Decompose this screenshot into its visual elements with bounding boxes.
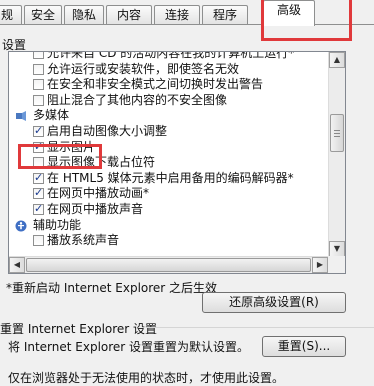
list-item-label: 允许来自 CD 的活动内容在我的计算机上运行* — [47, 51, 295, 60]
list-item-label: 阻止混合了其他内容的不安全图像 — [47, 92, 228, 107]
list-item[interactable]: 允许来自 CD 的活动内容在我的计算机上运行* — [9, 51, 327, 62]
list-item[interactable]: 阻止混合了其他内容的不安全图像 — [9, 93, 327, 109]
group-divider — [146, 327, 374, 328]
scroll-left-icon[interactable]: ◀ — [9, 257, 25, 273]
tab-privacy[interactable]: 隐私 — [64, 5, 104, 24]
tab-programs[interactable]: 程序 — [202, 5, 248, 24]
checkbox-checked[interactable]: ✓ — [33, 202, 44, 215]
list-item-label: 显示图像下载占位符 — [47, 155, 156, 170]
list-item[interactable]: ✓ 在网页中播放声音 — [9, 202, 327, 218]
list-item[interactable]: ✓ 在网页中播放动画* — [9, 186, 327, 202]
checkbox-checked[interactable]: ✓ — [33, 140, 44, 153]
list-item-label: 显示图片 — [47, 139, 96, 154]
tab-advanced[interactable]: 高级 — [263, 0, 315, 26]
checkbox[interactable] — [33, 79, 44, 91]
multimedia-icon — [16, 111, 26, 122]
checkbox-checked[interactable]: ✓ — [33, 186, 44, 200]
tab-general[interactable]: 规 — [0, 5, 22, 24]
scroll-down-icon[interactable]: ▼ — [329, 241, 345, 257]
tab-content[interactable]: 内容 — [106, 5, 152, 24]
scroll-right-icon[interactable]: ▶ — [312, 257, 328, 273]
list-item[interactable]: 在安全和非安全模式之间切换时发出警告 — [9, 77, 327, 93]
horizontal-scrollbar[interactable]: ◀ ▶ — [9, 256, 329, 273]
advanced-settings-list[interactable]: 允许来自 CD 的活动内容在我的计算机上运行* 允许运行或安装软件，即使签名无效… — [8, 51, 346, 274]
restore-advanced-settings-button[interactable]: 还原高级设置(R) — [202, 292, 346, 313]
list-item-label: 在 HTML5 媒体元素中启用备用的编码解码器* — [47, 170, 294, 185]
list-item[interactable]: ✓ 启用自动图像大小调整 — [9, 124, 327, 140]
scroll-up-icon[interactable]: ▲ — [329, 52, 345, 68]
horizontal-scroll-thumb[interactable] — [26, 258, 311, 272]
list-item[interactable]: 显示图像下载占位符 — [9, 155, 327, 171]
list-item-label: 在网页中播放动画* — [47, 186, 150, 201]
category-label: 多媒体 — [33, 108, 70, 123]
accessibility-icon — [15, 220, 27, 232]
checkbox[interactable] — [33, 235, 44, 247]
vertical-scrollbar[interactable]: ▲ ▼ — [328, 52, 345, 257]
reset-warning-text: 仅在浏览器处于无法使用的状态时，才使用此设置。 — [8, 371, 285, 385]
checkbox[interactable] — [33, 157, 44, 169]
tab-underline — [0, 24, 374, 25]
tab-security[interactable]: 安全 — [24, 5, 62, 24]
checkbox-checked[interactable]: ✓ — [33, 171, 44, 184]
category-accessibility: 辅助功能 — [9, 218, 327, 234]
list-item-label: 启用自动图像大小调整 — [47, 123, 168, 138]
restart-note: *重新启动 Internet Explorer 之后生效 — [6, 281, 218, 295]
list-item-show-pictures[interactable]: ✓ 显示图片 — [9, 140, 327, 156]
checkbox[interactable] — [33, 63, 44, 75]
settings-tree: 允许来自 CD 的活动内容在我的计算机上运行* 允许运行或安装软件，即使签名无效… — [9, 51, 327, 249]
reset-button[interactable]: 重置(S)... — [262, 336, 346, 357]
vertical-scroll-thumb[interactable] — [330, 114, 344, 152]
checkbox[interactable] — [33, 94, 44, 106]
category-label: 辅助功能 — [33, 217, 82, 232]
tab-bar: 规 安全 隐私 内容 连接 程序 高级 — [0, 0, 374, 26]
list-item-label: 在网页中播放声音 — [47, 201, 144, 216]
checkbox[interactable] — [33, 52, 44, 59]
checkbox-checked[interactable]: ✓ — [33, 124, 44, 137]
list-item-label: 允许运行或安装软件，即使签名无效 — [47, 61, 240, 76]
reset-description: 将 Internet Explorer 设置重置为默认设置。 — [8, 340, 250, 354]
list-item[interactable]: ✓ 在 HTML5 媒体元素中启用备用的编码解码器* — [9, 171, 327, 187]
list-item[interactable]: 播放系统声音 — [9, 233, 327, 249]
scrollbar-corner — [328, 256, 345, 273]
reset-group-title: 重置 Internet Explorer 设置 — [0, 322, 158, 336]
list-item[interactable]: 允许运行或安装软件，即使签名无效 — [9, 62, 327, 78]
tab-connections[interactable]: 连接 — [154, 5, 200, 24]
category-multimedia: 多媒体 — [9, 108, 327, 124]
list-item-label: 播放系统声音 — [47, 233, 120, 248]
list-item-label: 在安全和非安全模式之间切换时发出警告 — [47, 77, 264, 92]
